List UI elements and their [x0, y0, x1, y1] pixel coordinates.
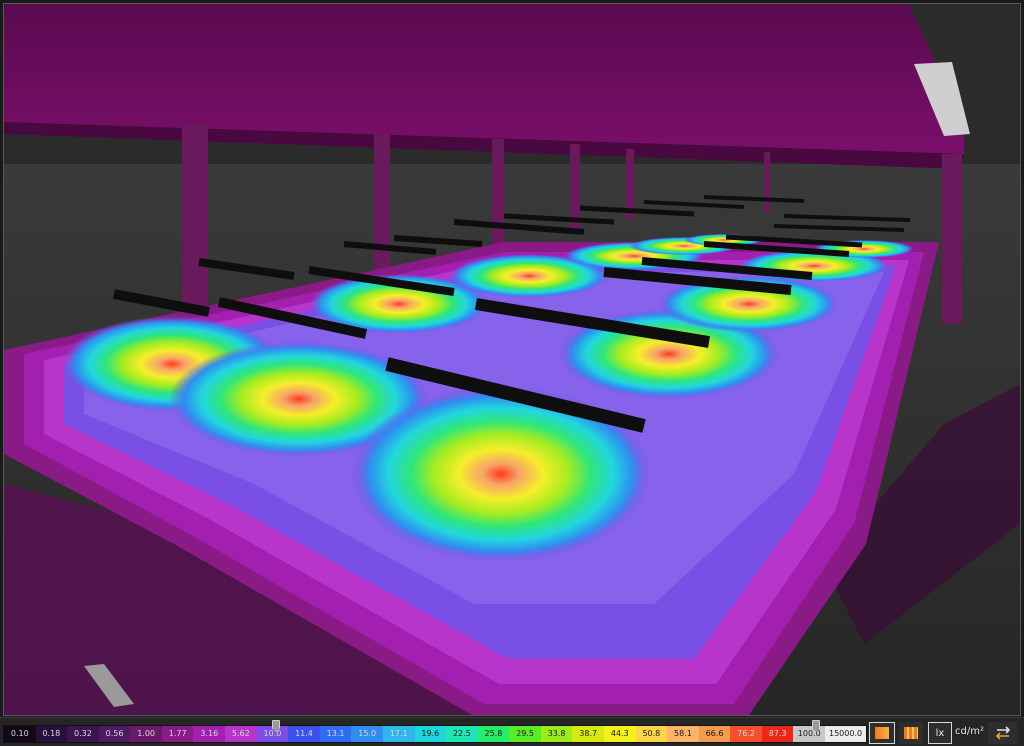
scale-step: 44.3 — [603, 726, 636, 742]
scale-step: 1.77 — [161, 726, 194, 742]
scale-step: 38.7 — [572, 726, 604, 742]
scale-step: 29.5 — [509, 726, 541, 742]
scale-step: 0.10 — [4, 726, 36, 742]
swap-units-button[interactable] — [988, 722, 1018, 744]
scale-step: 50.8 — [635, 726, 668, 742]
false-color-solid-icon — [875, 727, 889, 739]
scale-step: 15.0 — [351, 726, 383, 742]
false-color-gradient-icon — [904, 727, 918, 739]
scale-step: 25.8 — [477, 726, 510, 742]
3d-render-viewport[interactable] — [3, 3, 1021, 716]
false-color-solid-button[interactable] — [869, 722, 895, 744]
scale-step: 0.32 — [67, 726, 99, 742]
scale-step: 19.6 — [414, 726, 447, 742]
scale-step: 58.1 — [667, 726, 699, 742]
scale-step: 3.16 — [193, 726, 226, 742]
scale-step: 15000.0 — [825, 726, 867, 742]
scale-step: 0.56 — [98, 726, 131, 742]
scale-step: 66.6 — [698, 726, 731, 742]
false-color-scene — [4, 4, 1020, 715]
false-color-gradient-button[interactable] — [899, 722, 923, 744]
scale-step: 0.18 — [35, 726, 68, 742]
unit-luminance-label[interactable]: cd/m² — [955, 726, 984, 737]
scale-step: 17.1 — [382, 726, 415, 742]
scale-step: 13.1 — [319, 726, 352, 742]
scale-step: 33.8 — [540, 726, 573, 742]
scale-step: 100.0 — [793, 726, 826, 742]
false-color-toolbar: 0.10 0.18 0.32 0.56 1.00 1.77 3.16 5.62 10.0 11.4… — [0, 717, 1024, 746]
scale-step: 22.5 — [446, 726, 478, 742]
scale-step: 5.62 — [225, 726, 257, 742]
swap-arrows-icon — [995, 726, 1011, 740]
scale-step: 1.00 — [130, 726, 162, 742]
scale-step: 87.3 — [761, 726, 794, 742]
scale-step: 76.2 — [730, 726, 762, 742]
unit-lux-button[interactable]: lx — [928, 722, 952, 744]
scale-step: 11.4 — [288, 726, 320, 742]
false-color-scale[interactable]: 0.10 0.18 0.32 0.56 1.00 1.77 3.16 5.62 10.0 11.4… — [3, 725, 867, 743]
